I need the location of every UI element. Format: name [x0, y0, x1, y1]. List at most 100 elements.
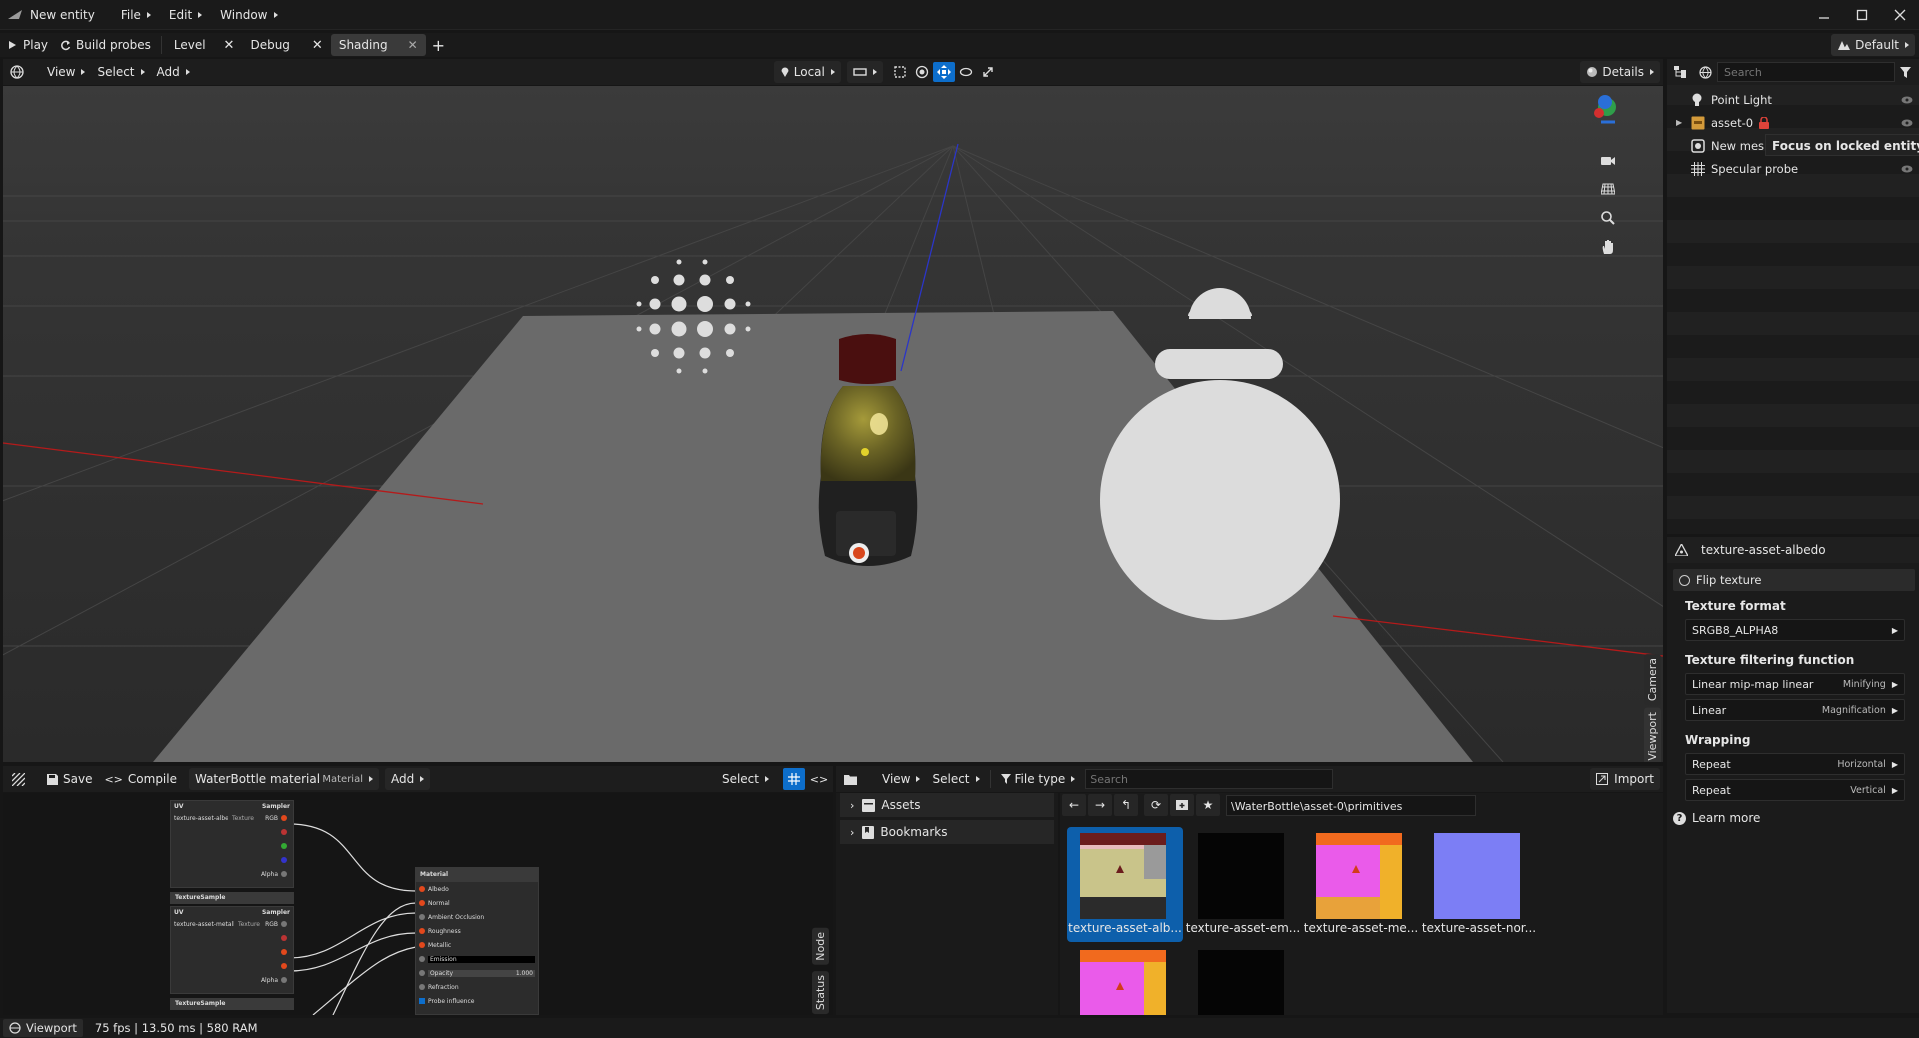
pan-hand-icon[interactable] — [1597, 236, 1619, 258]
filter-icon[interactable] — [1895, 66, 1915, 78]
port-dot[interactable] — [281, 977, 287, 983]
assets-select-menu[interactable]: Select — [926, 768, 985, 790]
material-output-node[interactable]: Material Albedo Normal Ambient Occlusion… — [415, 867, 539, 1015]
radio-icon[interactable] — [1679, 574, 1690, 586]
asset-texture-metallic[interactable]: texture-asset-me... — [1303, 827, 1419, 942]
port-dot[interactable] — [281, 949, 287, 955]
hierarchy-search-input[interactable] — [1717, 62, 1895, 82]
menu-file[interactable]: File — [115, 4, 157, 26]
space-dropdown[interactable]: Local — [773, 61, 841, 83]
compile-button[interactable]: <> Compile — [98, 768, 183, 790]
add-tab-button[interactable]: + — [426, 34, 451, 56]
view-menu[interactable]: View — [41, 61, 91, 83]
save-button[interactable]: Save — [41, 768, 98, 790]
file-type-dropdown[interactable]: File type — [995, 768, 1082, 790]
forward-arrow-icon[interactable]: → — [1088, 794, 1112, 816]
eye-icon[interactable] — [1901, 162, 1913, 176]
close-icon[interactable]: ✕ — [224, 38, 235, 53]
material-dropdown[interactable]: WaterBottle material Material — [188, 768, 379, 790]
minifying-dropdown[interactable]: Linear mip-map linear Minifying ▶ — [1685, 673, 1905, 695]
grid-toggle-icon[interactable] — [1597, 178, 1619, 200]
import-button[interactable]: Import — [1590, 768, 1660, 790]
magnification-dropdown[interactable]: Linear Magnification ▶ — [1685, 699, 1905, 721]
menu-window[interactable]: Window — [214, 4, 283, 26]
hierarchy-icon[interactable] — [1667, 59, 1693, 85]
grid-snap-dropdown[interactable] — [846, 61, 883, 83]
vertical-wrap-dropdown[interactable]: Repeat Vertical ▶ — [1685, 779, 1905, 801]
port-dot[interactable] — [281, 921, 287, 927]
texture-sample-node-1[interactable]: TextureSample — [170, 892, 294, 904]
grid-toggle-icon[interactable] — [783, 768, 805, 790]
uv-sampler-node-2[interactable]: UV Sampler texture-asset-metallic... Textu… — [170, 906, 294, 994]
port-dot[interactable] — [281, 815, 287, 821]
uv-sampler-node-1[interactable]: UV Sampler texture-asset-albedo Texture RGB… — [170, 800, 294, 888]
back-arrow-icon[interactable]: ← — [1062, 794, 1086, 816]
expand-arrow-icon[interactable]: ▶ — [1676, 118, 1682, 127]
opacity-field[interactable]: Opacity 1.000 — [427, 969, 535, 977]
play-button[interactable]: Play — [2, 34, 54, 56]
close-window-icon[interactable] — [1881, 0, 1919, 30]
port-dot[interactable] — [281, 963, 287, 969]
port-dot[interactable] — [281, 829, 287, 835]
new-folder-icon[interactable] — [1170, 794, 1194, 816]
code-view-icon[interactable]: <> — [805, 773, 833, 786]
port-dot[interactable] — [281, 857, 287, 863]
scale-gizmo-icon[interactable] — [977, 66, 999, 78]
globe-icon[interactable] — [1693, 65, 1717, 79]
status-side-tab[interactable]: Status — [812, 971, 829, 1015]
port-dot[interactable] — [419, 984, 425, 990]
asset-texture-roughness[interactable] — [1185, 944, 1301, 1015]
checkbox-icon[interactable] — [419, 998, 425, 1004]
viewport-side-tab[interactable]: Viewport — [1644, 708, 1661, 762]
assets-view-menu[interactable]: View — [876, 768, 926, 790]
move-gizmo-icon[interactable] — [932, 62, 955, 82]
flip-texture-checkbox[interactable]: Flip texture — [1673, 569, 1915, 591]
lock-icon[interactable] — [1759, 116, 1770, 129]
menu-edit[interactable]: Edit — [163, 4, 208, 26]
asset-texture-occlusion[interactable] — [1067, 944, 1183, 1015]
maximize-icon[interactable] — [1843, 0, 1881, 30]
asset-texture-emissive[interactable]: texture-asset-em... — [1185, 827, 1301, 942]
port-dot[interactable] — [419, 942, 425, 948]
details-dropdown[interactable]: Details — [1580, 61, 1660, 83]
zoom-icon[interactable] — [1597, 207, 1619, 229]
hierarchy-item-point-light[interactable]: Point Light — [1667, 88, 1919, 111]
shader-select-menu[interactable]: Select — [716, 768, 775, 790]
parent-folder-icon[interactable]: ↰ — [1114, 794, 1138, 816]
pivot-icon[interactable] — [911, 65, 933, 79]
learn-more-link[interactable]: ? Learn more — [1673, 811, 1919, 825]
build-probes-button[interactable]: Build probes — [54, 34, 157, 56]
port-dot[interactable] — [281, 935, 287, 941]
port-dot[interactable] — [281, 871, 287, 877]
status-viewport-button[interactable]: Viewport — [3, 1019, 83, 1037]
minimize-icon[interactable] — [1805, 0, 1843, 30]
path-field[interactable]: \WaterBottle\asset-0\primitives — [1226, 794, 1476, 816]
rotate-gizmo-icon[interactable] — [955, 66, 977, 78]
port-dot[interactable] — [419, 886, 425, 892]
port-dot[interactable] — [419, 914, 425, 920]
layout-dropdown[interactable]: Default — [1831, 34, 1915, 56]
camera-side-tab[interactable]: Camera — [1644, 654, 1661, 706]
port-dot[interactable] — [419, 928, 425, 934]
globe-icon[interactable] — [3, 65, 31, 79]
tab-shading[interactable]: Shading ✕ — [330, 34, 426, 56]
tab-level[interactable]: Level ✕ — [166, 34, 243, 56]
port-dot[interactable] — [419, 900, 425, 906]
shader-canvas[interactable]: UV Sampler texture-asset-albedo Texture RGB… — [3, 793, 833, 1015]
close-icon[interactable]: ✕ — [408, 38, 418, 52]
port-dot[interactable] — [419, 970, 425, 976]
grid-pattern-icon[interactable] — [3, 772, 33, 786]
hierarchy-item-asset-0[interactable]: ▶ asset-0 — [1667, 111, 1919, 134]
folder-icon[interactable] — [836, 774, 864, 785]
shader-add-menu[interactable]: Add — [384, 768, 431, 790]
node-side-tab[interactable]: Node — [812, 928, 829, 965]
star-icon[interactable]: ★ — [1196, 794, 1220, 816]
asset-texture-albedo[interactable]: texture-asset-alb... — [1067, 827, 1183, 942]
add-menu[interactable]: Add — [151, 61, 196, 83]
close-icon[interactable]: ✕ — [312, 38, 323, 53]
horizontal-wrap-dropdown[interactable]: Repeat Horizontal ▶ — [1685, 753, 1905, 775]
refresh-icon[interactable]: ⟳ — [1144, 794, 1168, 816]
tab-debug[interactable]: Debug ✕ — [242, 34, 330, 56]
texture-sample-node-2[interactable]: TextureSample — [170, 998, 294, 1010]
hierarchy-item-new-mesh[interactable]: New mesh ( Focus on locked entity — [1667, 134, 1919, 157]
